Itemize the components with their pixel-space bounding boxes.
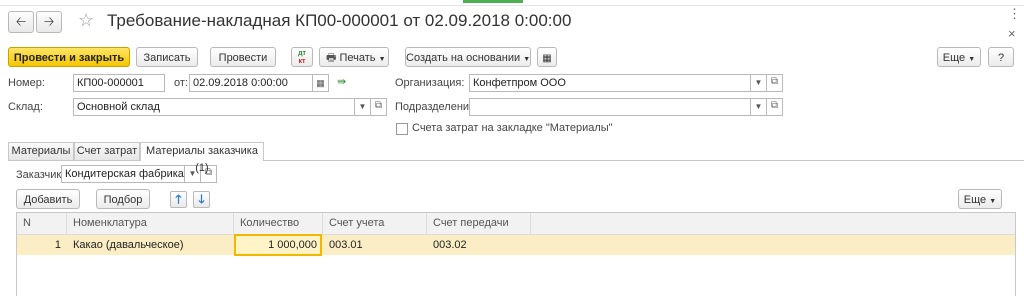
organization-dropdown[interactable]: ▼ [751,74,767,92]
date-label: от: [174,77,188,89]
more-button[interactable]: Еще ▼ [937,47,981,67]
column-header-quantity[interactable]: Количество [234,213,323,234]
chevron-down-icon: ▼ [968,56,976,63]
pick-button[interactable]: Подбор [96,189,150,209]
chevron-down-icon: ▼ [358,102,367,111]
arrow-up-icon: 🡑 [175,192,182,206]
window-top-strip [0,0,1024,6]
favorite-star-icon[interactable]: ☆ [78,10,94,31]
department-open-button[interactable]: ⧉ [767,98,783,116]
post-and-close-button[interactable]: Провести и закрыть [8,47,130,67]
row-transfer-account[interactable]: 003.02 [427,235,531,255]
post-button[interactable]: Провести [210,47,276,67]
row-quantity[interactable]: 1 000,000 [234,234,322,256]
number-field[interactable]: КП00-000001 [73,74,165,92]
chevron-down-icon: ▼ [989,198,997,205]
column-header-item[interactable]: Номенклатура [67,213,234,234]
organization-label: Организация: [395,77,465,89]
move-up-button[interactable]: 🡑 [170,191,187,208]
arrow-right-icon: 🡢 [43,14,55,29]
table-row[interactable]: 1 Какао (давальческое) 1 000,000 003.01 … [17,234,1015,256]
open-icon: ⧉ [770,100,779,111]
dt-kt-icon: дт кт [298,50,306,65]
add-button[interactable]: Добавить [16,189,80,209]
expense-accounts-checkbox[interactable] [396,123,408,135]
dt-kt-button[interactable]: дт кт [291,47,313,67]
calendar-icon: ▦ [316,78,325,88]
arrow-down-icon: 🡓 [198,192,205,206]
column-header-transfer-account[interactable]: Счет передачи [427,213,531,234]
table-header: N Номенклатура Количество Счет учета Сче… [17,213,1015,235]
forward-button[interactable]: 🡢 [36,11,62,33]
copy-date-icon[interactable]: ⇛ [337,75,351,89]
active-window-indicator [463,0,523,3]
close-icon[interactable]: × [1008,26,1016,41]
document-structure-icon: ▦ [542,53,552,64]
tab-customer-materials[interactable]: Материалы заказчика (1) [140,142,264,174]
row-number: 1 [54,239,61,251]
chevron-down-icon: ▼ [523,56,531,63]
customer-label: Заказчик: [16,169,65,181]
tab-materials[interactable]: Материалы [8,142,74,160]
department-dropdown[interactable]: ▼ [751,98,767,116]
warehouse-field[interactable]: Основной склад [73,98,355,116]
warehouse-open-button[interactable]: ⧉ [371,98,387,116]
structure-button[interactable]: ▦ [537,47,557,67]
column-header-n[interactable]: N [17,213,67,234]
open-icon: ⧉ [374,100,383,111]
row-account[interactable]: 003.01 [323,235,427,255]
chevron-down-icon: ▼ [378,56,386,63]
create-based-on-button[interactable]: Создать на основании ▼ [405,47,531,67]
save-button[interactable]: Записать [136,47,198,67]
window-title: Требование-накладная КП00-000001 от 02.0… [107,11,572,30]
organization-open-button[interactable]: ⧉ [767,74,783,92]
warehouse-dropdown[interactable]: ▼ [355,98,371,116]
move-down-button[interactable]: 🡓 [193,191,210,208]
department-label: Подразделение: [395,101,479,113]
printer-icon: 🖶 [326,52,337,64]
organization-field[interactable]: Конфетпром ООО [469,74,751,92]
table-more-button[interactable]: Еще ▼ [958,189,1002,209]
date-field[interactable]: 02.09.2018 0:00:00 [189,74,313,92]
chevron-down-icon: ▼ [754,102,763,111]
expense-accounts-label: Счета затрат на закладке "Материалы" [412,122,613,134]
calendar-button[interactable]: ▦ [313,74,329,92]
warehouse-label: Склад: [8,101,43,113]
number-label: Номер: [8,77,45,89]
window-menu-icon[interactable]: ⋮ [1008,6,1021,22]
open-icon: ⧉ [770,76,779,87]
customer-field[interactable]: Кондитерская фабрика куп [61,165,185,183]
help-button[interactable]: ? [988,47,1014,67]
arrow-left-icon: 🡠 [15,14,27,29]
tab-expense-account[interactable]: Счет затрат [74,142,140,160]
materials-table: N Номенклатура Количество Счет учета Сче… [16,212,1016,296]
row-item[interactable]: Какао (давальческое) [67,235,234,255]
column-header-account[interactable]: Счет учета [323,213,427,234]
print-button[interactable]: 🖶 Печать ▼ [319,47,389,67]
chevron-down-icon: ▼ [754,78,763,87]
back-button[interactable]: 🡠 [8,11,34,33]
department-field[interactable] [469,98,751,116]
